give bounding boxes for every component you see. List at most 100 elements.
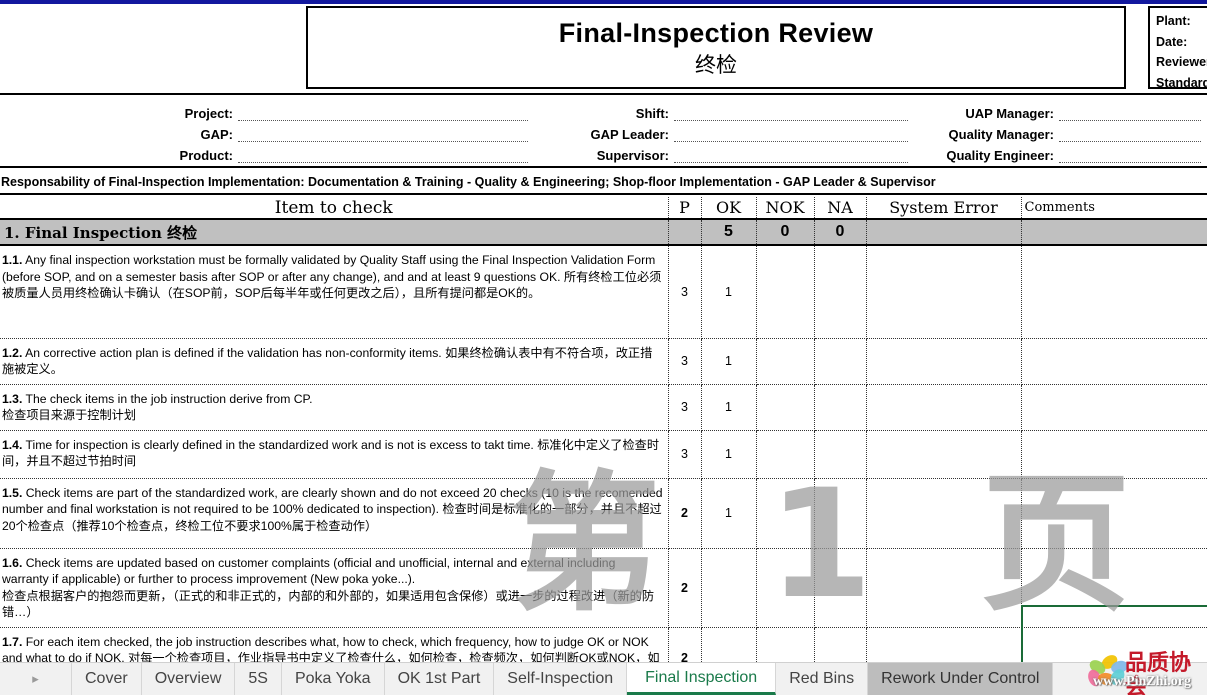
- gap-leader-input[interactable]: [674, 127, 908, 142]
- field-gap[interactable]: GAP:: [0, 121, 534, 142]
- cell-na[interactable]: [814, 548, 867, 628]
- field-quality-manager[interactable]: Quality Manager:: [914, 121, 1207, 142]
- cell-system-error[interactable]: [866, 478, 1022, 549]
- item-text-en: Any final inspection workstation must be…: [2, 253, 656, 284]
- cell-nok[interactable]: [756, 245, 815, 339]
- item-text-en: The check items in the job instruction d…: [25, 391, 313, 406]
- cell-comments[interactable]: [1021, 430, 1207, 479]
- shift-input[interactable]: [674, 106, 908, 121]
- field-gap-leader[interactable]: GAP Leader:: [534, 121, 914, 142]
- table-row[interactable]: 1.4. Time for inspection is clearly defi…: [0, 430, 1207, 479]
- item-text-cn: 检查项目来源于控制计划: [2, 408, 137, 422]
- item-cell[interactable]: 1.5. Check items are part of the standar…: [0, 478, 669, 549]
- tab-nav-next-icon[interactable]: ▸: [0, 663, 72, 695]
- cell-na[interactable]: [814, 384, 867, 431]
- cell-na[interactable]: [814, 245, 867, 339]
- plant-info-box: Plant: Date: Reviewer Standard: [1148, 6, 1207, 90]
- field-uap-manager[interactable]: UAP Manager:: [914, 100, 1207, 121]
- cell-nok[interactable]: [756, 338, 815, 385]
- item-cell[interactable]: 1.6. Check items are updated based on cu…: [0, 548, 669, 628]
- cell-comments[interactable]: [1021, 245, 1207, 339]
- cell-ok[interactable]: 1: [701, 245, 757, 339]
- cell-p[interactable]: 2: [668, 548, 702, 628]
- sheet-tab-5s[interactable]: 5S: [235, 663, 282, 695]
- cell-ok[interactable]: 1: [701, 430, 757, 479]
- plant-label: Plant:: [1156, 14, 1191, 28]
- cell-ok[interactable]: 1: [701, 384, 757, 431]
- cell-nok[interactable]: [756, 478, 815, 549]
- field-project[interactable]: Project:: [0, 100, 534, 121]
- header-nok: NOK: [756, 197, 815, 220]
- quality-engineer-label: Quality Engineer:: [946, 148, 1054, 163]
- item-cell[interactable]: 1.3. The check items in the job instruct…: [0, 384, 669, 431]
- quality-manager-input[interactable]: [1059, 127, 1201, 142]
- section-p: [668, 219, 702, 246]
- cell-ok[interactable]: 1: [701, 478, 757, 549]
- section-title: 1. Final Inspection 终检: [0, 219, 669, 246]
- table-row[interactable]: 1.6. Check items are updated based on cu…: [0, 548, 1207, 628]
- reviewer-label: Reviewer: [1156, 55, 1207, 69]
- sheet-tab-overview[interactable]: Overview: [142, 663, 236, 695]
- sheet-tab-bar: ▸ Cover Overview 5S Poka Yoka OK 1st Par…: [0, 662, 1207, 695]
- page-title-chinese: 终检: [695, 53, 737, 77]
- title-box: Final-Inspection Review 终检: [306, 6, 1126, 89]
- cell-system-error[interactable]: [866, 384, 1022, 431]
- sheet-tab-ok-1st-part[interactable]: OK 1st Part: [385, 663, 495, 695]
- field-quality-engineer[interactable]: Quality Engineer:: [914, 142, 1207, 163]
- cell-nok[interactable]: [756, 430, 815, 479]
- table-row[interactable]: 1.2. An corrective action plan is define…: [0, 338, 1207, 385]
- cell-comments[interactable]: [1021, 338, 1207, 385]
- sheet-tab-final-inspection[interactable]: Final Inspection: [627, 663, 777, 695]
- cell-na[interactable]: [814, 478, 867, 549]
- product-input[interactable]: [238, 148, 528, 163]
- header-item-to-check: Item to check: [0, 197, 669, 220]
- item-text-en: An corrective action plan is defined if …: [25, 345, 442, 360]
- uap-manager-input[interactable]: [1059, 106, 1201, 121]
- cell-p[interactable]: 2: [668, 478, 702, 549]
- cell-system-error[interactable]: [866, 548, 1022, 628]
- cell-system-error[interactable]: [866, 245, 1022, 339]
- field-shift[interactable]: Shift:: [534, 100, 914, 121]
- item-text-en: Check items are updated based on custome…: [2, 555, 616, 587]
- sheet-tab-cover[interactable]: Cover: [72, 663, 142, 695]
- gap-input[interactable]: [238, 127, 528, 142]
- field-supervisor[interactable]: Supervisor:: [534, 142, 914, 163]
- section-nok-total: 0: [756, 219, 815, 246]
- header-system-error: System Error: [866, 197, 1022, 220]
- sheet-tab-rework-under-control[interactable]: Rework Under Control: [868, 663, 1054, 695]
- project-input[interactable]: [238, 106, 528, 121]
- cell-system-error[interactable]: [866, 338, 1022, 385]
- info-column-project: Project: GAP: Product:: [0, 95, 534, 166]
- item-cell[interactable]: 1.4. Time for inspection is clearly defi…: [0, 430, 669, 479]
- gap-leader-label: GAP Leader:: [590, 127, 669, 142]
- table-row[interactable]: 1.5. Check items are part of the standar…: [0, 478, 1207, 549]
- supervisor-input[interactable]: [674, 148, 908, 163]
- cell-p[interactable]: 3: [668, 338, 702, 385]
- table-row[interactable]: 1.1. Any final inspection workstation mu…: [0, 245, 1207, 339]
- cell-comments[interactable]: [1021, 548, 1207, 628]
- cell-na[interactable]: [814, 338, 867, 385]
- cell-p[interactable]: 3: [668, 430, 702, 479]
- quality-engineer-input[interactable]: [1059, 148, 1201, 163]
- field-product[interactable]: Product:: [0, 142, 534, 163]
- cell-p[interactable]: 3: [668, 245, 702, 339]
- item-cell[interactable]: 1.1. Any final inspection workstation mu…: [0, 245, 669, 339]
- spreadsheet-page: Final-Inspection Review 终检 Plant: Date: …: [0, 0, 1207, 695]
- sheet-tab-poka-yoka[interactable]: Poka Yoka: [282, 663, 385, 695]
- header-ok: OK: [701, 197, 757, 220]
- section-summary-row: 1. Final Inspection 终检 5 0 0: [0, 219, 1207, 246]
- table-row[interactable]: 1.3. The check items in the job instruct…: [0, 384, 1207, 431]
- cell-system-error[interactable]: [866, 430, 1022, 479]
- item-cell[interactable]: 1.2. An corrective action plan is define…: [0, 338, 669, 385]
- sheet-tab-red-bins[interactable]: Red Bins: [776, 663, 869, 695]
- cell-ok[interactable]: [701, 548, 757, 628]
- sheet-tab-self-inspection[interactable]: Self-Inspection: [494, 663, 628, 695]
- cell-comments[interactable]: [1021, 478, 1207, 549]
- item-number: 1.6.: [2, 555, 23, 570]
- cell-na[interactable]: [814, 430, 867, 479]
- cell-comments[interactable]: [1021, 384, 1207, 431]
- cell-p[interactable]: 3: [668, 384, 702, 431]
- cell-nok[interactable]: [756, 384, 815, 431]
- cell-nok[interactable]: [756, 548, 815, 628]
- cell-ok[interactable]: 1: [701, 338, 757, 385]
